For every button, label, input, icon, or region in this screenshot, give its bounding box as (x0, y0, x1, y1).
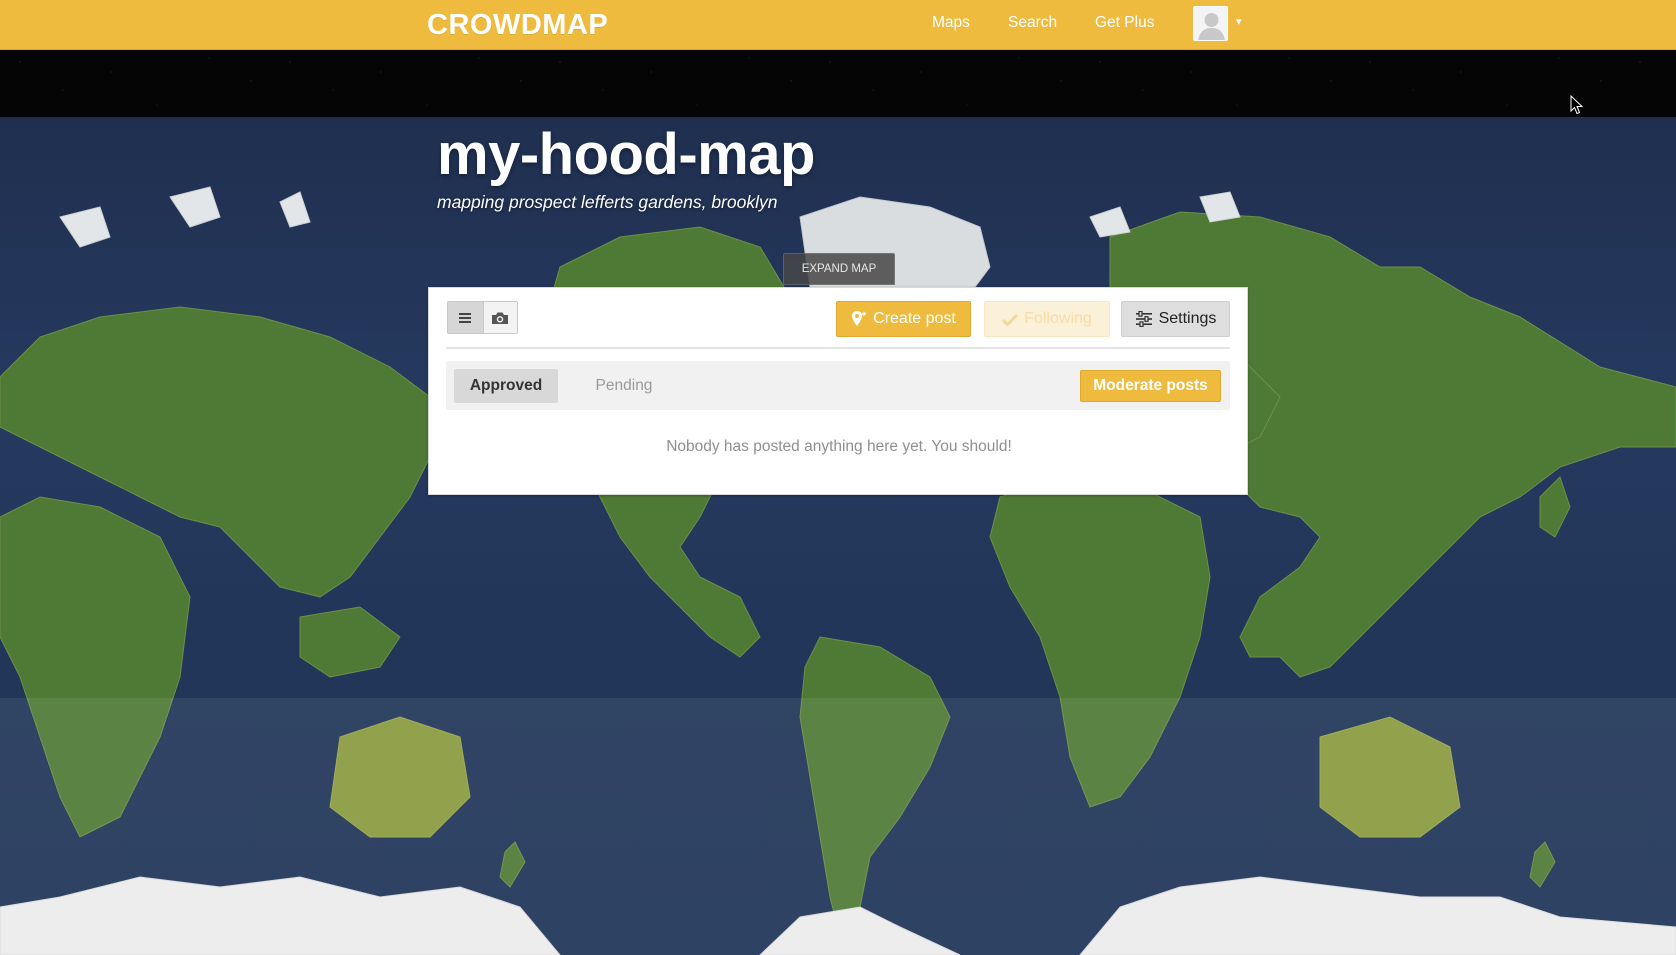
nav-search-link[interactable]: Search (1008, 14, 1057, 32)
nav-maps-link[interactable]: Maps (932, 14, 970, 32)
view-mode-toggle (447, 301, 518, 334)
crowdmap-logo[interactable]: CROWDMAP (427, 9, 608, 42)
tab-pending[interactable]: Pending (574, 369, 674, 403)
camera-icon (492, 312, 509, 324)
map-subtitle: mapping prospect lefferts gardens, brook… (437, 192, 778, 212)
mouse-pointer-icon (1570, 95, 1584, 115)
list-icon (459, 312, 472, 323)
tab-approved[interactable]: Approved (454, 369, 558, 403)
checkmark-icon (1002, 313, 1019, 326)
map-title: my-hood-map (437, 122, 815, 187)
moderate-posts-button[interactable]: Moderate posts (1080, 370, 1221, 402)
top-navbar: CROWDMAP Maps Search Get Plus ▾ (0, 0, 1676, 50)
map-marker-plus-icon (852, 311, 867, 326)
list-view-button[interactable] (448, 302, 483, 333)
following-button[interactable]: Following (984, 301, 1110, 337)
world-map[interactable] (0, 117, 1676, 955)
create-post-button[interactable]: Create post (836, 301, 971, 337)
panel-divider (446, 347, 1230, 349)
settings-button[interactable]: Settings (1121, 301, 1230, 337)
user-avatar[interactable] (1193, 6, 1228, 41)
empty-posts-message: Nobody has posted anything here yet. You… (666, 438, 1012, 455)
following-label: Following (1024, 310, 1092, 327)
user-silhouette-icon (1194, 7, 1227, 40)
map-shade-band (0, 698, 1676, 955)
photo-view-button[interactable] (482, 302, 517, 333)
create-post-label: Create post (873, 310, 956, 327)
posts-panel: Create post Following Settings Approved … (428, 287, 1248, 495)
post-status-tabs: Approved Pending Moderate posts (446, 361, 1230, 410)
sliders-icon (1135, 311, 1152, 327)
nav-get-plus-link[interactable]: Get Plus (1095, 14, 1154, 32)
starfield-band (0, 50, 1676, 117)
user-menu-caret-icon[interactable]: ▾ (1236, 15, 1242, 28)
settings-label: Settings (1158, 310, 1217, 327)
expand-map-button[interactable]: EXPAND MAP (783, 253, 895, 285)
